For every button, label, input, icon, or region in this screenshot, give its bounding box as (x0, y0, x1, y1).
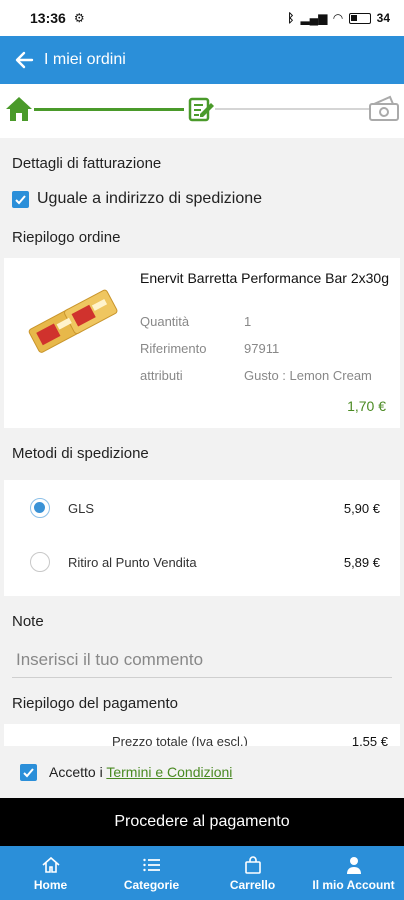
proceed-to-payment-button[interactable]: Procedere al pagamento (0, 798, 404, 846)
billing-title: Dettagli di fatturazione (12, 155, 162, 172)
page-title: I miei ordini (44, 51, 126, 68)
settings-icon: ⚙ (73, 11, 85, 25)
edit-step-icon (186, 94, 216, 124)
shipping-options-card: GLS 5,90 € Ritiro al Punto Vendita 5,89 … (4, 480, 400, 596)
bag-icon (244, 855, 261, 874)
same-address-checkbox[interactable] (12, 190, 29, 208)
list-icon (142, 858, 160, 871)
battery-percent: 34 (376, 11, 390, 25)
same-address-label: Uguale a indirizzo di spedizione (37, 190, 263, 207)
nav-cart[interactable]: Carrello (202, 846, 303, 900)
reference-value: 97911 (244, 341, 280, 356)
comment-input[interactable]: Inserisci il tuo commento (12, 642, 392, 678)
signal-icon: ▂▄▆ (300, 11, 328, 25)
attributes-row: attributi Gusto : Lemon Cream (140, 368, 372, 383)
shipping-option-gls[interactable]: GLS 5,90 € (4, 488, 400, 528)
order-item-card: Enervit Barretta Performance Bar 2x30g Q… (4, 258, 400, 428)
terms-checkbox[interactable] (20, 763, 37, 781)
quantity-row: Quantità 1 (140, 314, 251, 329)
attributes-label: attributi (140, 368, 183, 383)
order-summary-title: Riepilogo ordine (12, 229, 121, 246)
stepper-progress-line (34, 108, 184, 111)
stepper-remaining-line (215, 108, 370, 110)
reference-row: Riferimento 97911 (140, 341, 279, 356)
status-time: 13:36 (30, 10, 66, 26)
shipping-option-pickup[interactable]: Ritiro al Punto Vendita 5,89 € (4, 542, 400, 582)
nav-label: Home (33, 877, 68, 892)
shipping-price: 5,89 € (343, 554, 380, 570)
nav-account[interactable]: Il mio Account (303, 846, 404, 900)
app-bar: I miei ordini (0, 36, 404, 84)
checkout-content[interactable]: Dettagli di fatturazione Uguale a indiri… (0, 138, 404, 798)
nav-categories[interactable]: Categorie (101, 846, 202, 900)
product-price: 1,70 € (347, 398, 386, 414)
quantity-value: 1 (244, 314, 252, 329)
back-arrow-icon[interactable] (14, 49, 36, 71)
attributes-value: Gusto : Lemon Cream (244, 368, 372, 383)
terms-row[interactable]: Accetto i Termini e Condizioni (0, 746, 404, 798)
shipping-title: Metodi di spedizione (12, 445, 149, 462)
bluetooth-icon: ᛒ (287, 11, 295, 25)
note-title: Note (12, 613, 44, 630)
shipping-radio-gls[interactable] (30, 498, 50, 518)
nav-label: Il mio Account (312, 877, 395, 892)
battery-icon (348, 12, 371, 24)
terms-link[interactable]: Termini e Condizioni (106, 764, 232, 780)
quantity-label: Quantità (140, 314, 190, 329)
same-address-checkbox-row[interactable]: Uguale a indirizzo di spedizione (0, 184, 404, 214)
home-step-icon (4, 94, 34, 124)
nav-home[interactable]: Home (0, 846, 101, 900)
home-icon (41, 856, 60, 873)
payment-summary-title: Riepilogo del pagamento (12, 695, 178, 712)
payment-step-icon (368, 94, 399, 124)
shipping-label: Ritiro al Punto Vendita (68, 554, 197, 570)
product-name: Enervit Barretta Performance Bar 2x30g (140, 270, 390, 286)
bottom-navigation: Home Categorie Carrello Il mio Account (0, 846, 404, 900)
terms-prefix: Accetto i (49, 764, 103, 780)
reference-label: Riferimento (140, 341, 207, 356)
shipping-price: 5,90 € (343, 500, 380, 516)
checkout-stepper (0, 84, 404, 138)
shipping-radio-pickup[interactable] (30, 552, 50, 572)
nav-label: Categorie (123, 877, 180, 892)
user-icon (346, 856, 361, 874)
status-bar: 13:36 ⚙ ᛒ ▂▄▆ ◠ 34 (0, 0, 404, 36)
nav-label: Carrello (229, 877, 276, 892)
shipping-label: GLS (68, 500, 95, 516)
product-image (24, 278, 124, 368)
wifi-icon: ◠ (333, 11, 343, 25)
